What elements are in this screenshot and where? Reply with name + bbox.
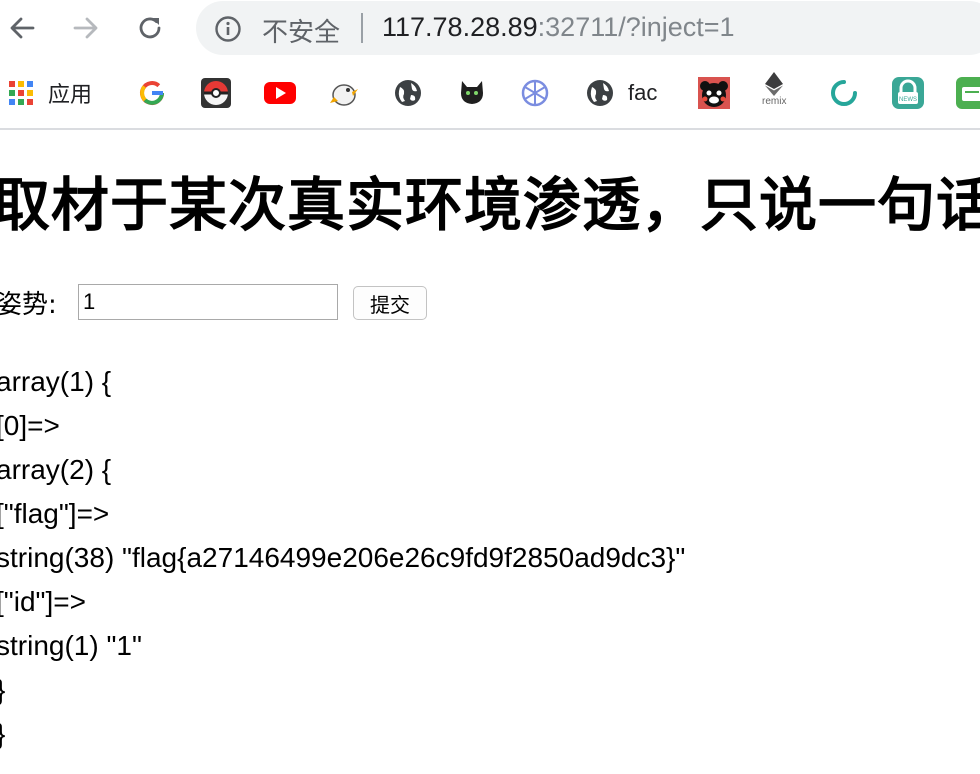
page-content: 取材于某次真实环境渗透，只说一句话： 姿势: 提交 array(1) { [0]… [0,130,980,774]
browser-toolbar: 不安全 117.78.28.89:32711/?inject=1 [0,0,980,58]
google-icon [140,81,165,106]
dump-line: ["flag"]=> [0,498,110,529]
url-path: :32711/?inject=1 [537,12,735,42]
ethereum-icon [765,72,784,96]
ring-icon [831,80,857,106]
security-label: 不安全 [262,18,341,48]
url-text[interactable]: 117.78.28.89:32711/?inject=1 [382,12,735,43]
var-dump-output: array(1) { [0]=> array(2) { ["flag"]=> s… [0,360,685,756]
bird-icon [330,84,358,106]
bookmark-apps[interactable]: 应用 [8,75,92,111]
info-icon[interactable] [214,15,242,43]
bookmark-remix-label: remix [762,96,787,107]
bookmark-apps-label: 应用 [48,83,93,108]
page-title: 取材于某次真实环境渗透，只说一句话： [0,171,980,239]
reload-icon [139,17,161,39]
dump-line: [0]=> [0,410,60,441]
address-bar[interactable]: 不安全 117.78.28.89:32711/?inject=1 [196,1,980,55]
address-divider [361,13,363,43]
globe-icon [587,80,613,106]
back-button[interactable] [4,10,40,46]
form-label: 姿势: [0,290,57,320]
bookmark-news[interactable]: NEWS [892,75,924,111]
news-icon: NEWS [892,77,924,109]
bookmark-fac-label: fac [628,80,658,105]
globe-icon [395,80,421,106]
bookmark-pokeball[interactable] [200,75,232,111]
bookmark-remix[interactable]: remix [762,72,786,114]
inject-input[interactable] [78,284,338,320]
bookmark-ring[interactable] [828,75,860,111]
bear-icon [698,77,730,109]
forward-arrow-icon [73,17,98,39]
dump-line: ["id"]=> [0,586,86,617]
youtube-icon [264,82,296,104]
bookmark-globe-1[interactable] [394,75,422,111]
forward-button[interactable] [68,10,104,46]
submit-button[interactable]: 提交 [353,286,427,320]
bookmark-youtube[interactable] [264,75,296,111]
dump-line: string(1) "1" [0,630,142,661]
dump-line: array(1) { [0,366,112,397]
dump-line: array(2) { [0,454,112,485]
pokeball-icon [201,78,231,108]
flag-line: string(38) "flag{a27146499e206e26c9fd9f2… [0,542,686,573]
bookmark-fac[interactable]: fac [586,75,657,111]
dump-line: } [0,668,685,712]
bookmark-cat[interactable] [456,75,488,111]
back-arrow-icon [10,17,35,39]
apps-grid-icon [9,81,33,105]
green-tab-icon [956,77,980,109]
dump-line: } [0,712,685,756]
bookmark-bird[interactable] [328,75,360,111]
cat-icon [461,81,483,104]
reload-button[interactable] [132,10,168,46]
bookmark-bear[interactable] [698,75,730,111]
bookmark-green[interactable] [956,75,980,111]
bookmark-google[interactable] [138,75,166,111]
bookmark-compass[interactable] [520,75,550,111]
bookmarks-bar: 应用 fac remix NEWS [0,58,980,128]
compass-icon [521,79,549,107]
url-host: 117.78.28.89 [382,12,538,42]
svg-text:NEWS: NEWS [899,97,917,103]
